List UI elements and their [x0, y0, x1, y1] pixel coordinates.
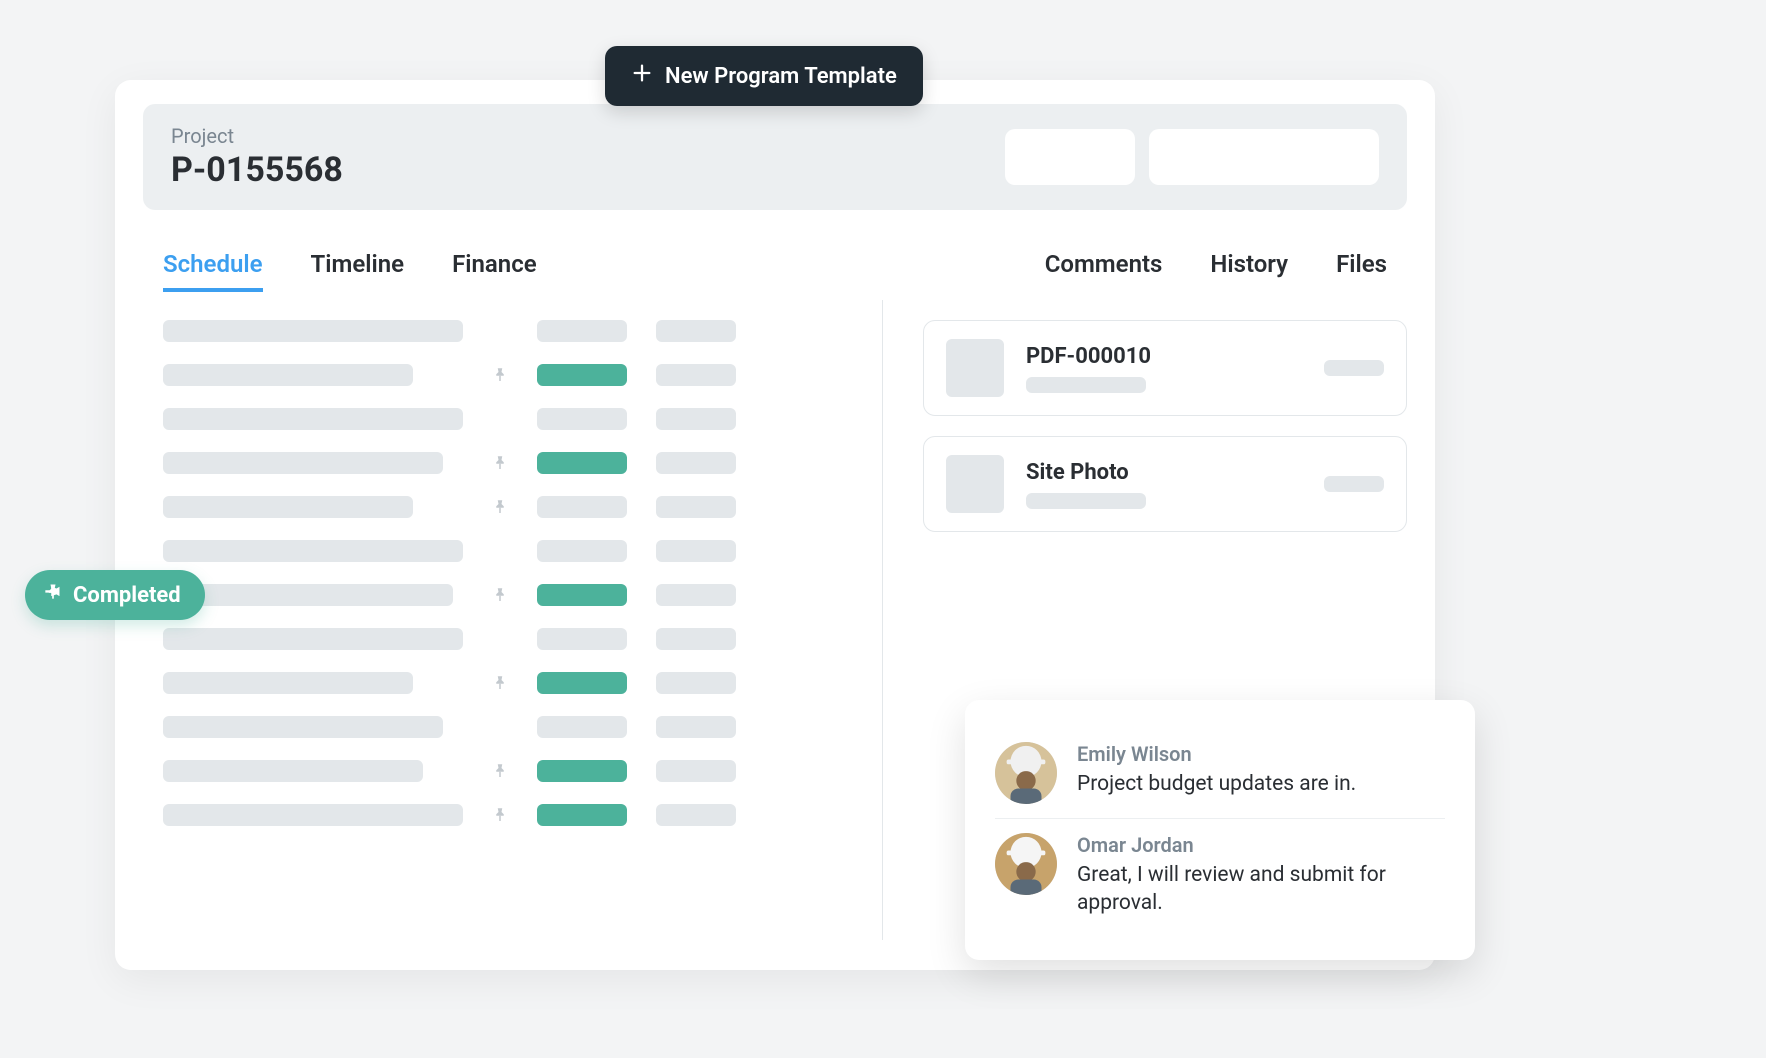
status-chip [537, 628, 627, 650]
status-chip-active [537, 584, 627, 606]
tab-schedule[interactable]: Schedule [163, 250, 263, 292]
status-chip [537, 496, 627, 518]
tab-comments[interactable]: Comments [1045, 250, 1163, 292]
project-label: Project [171, 124, 343, 148]
value-placeholder [656, 716, 736, 738]
task-name-placeholder [163, 804, 463, 826]
schedule-row[interactable] [163, 672, 842, 694]
schedule-row[interactable] [163, 804, 842, 826]
schedule-row[interactable] [163, 716, 842, 738]
file-meta-placeholder [1026, 493, 1146, 509]
pin-icon[interactable] [491, 762, 509, 780]
task-name-placeholder [163, 364, 413, 386]
schedule-row[interactable] [163, 408, 842, 430]
project-id: P-0155568 [171, 150, 343, 190]
task-name-placeholder [163, 584, 453, 606]
status-chip-active [537, 804, 627, 826]
pin-icon[interactable] [491, 674, 509, 692]
schedule-row[interactable] [163, 628, 842, 650]
task-name-placeholder [163, 716, 443, 738]
file-thumbnail [946, 339, 1004, 397]
tabs-row: Schedule Timeline Finance Comments History F… [143, 250, 1407, 292]
plus-icon [631, 62, 653, 90]
value-placeholder [656, 628, 736, 650]
schedule-pane [143, 300, 883, 940]
status-chip-active [537, 452, 627, 474]
pin-icon [43, 582, 63, 608]
status-chip-active [537, 364, 627, 386]
file-title: PDF-000010 [1026, 344, 1302, 369]
status-chip-active [537, 760, 627, 782]
tab-history[interactable]: History [1210, 250, 1288, 292]
pin-icon[interactable] [491, 366, 509, 384]
task-name-placeholder [163, 672, 413, 694]
schedule-row[interactable] [163, 320, 842, 342]
file-meta-placeholder [1026, 377, 1146, 393]
schedule-row[interactable] [163, 496, 842, 518]
comment: Omar Jordan Great, I will review and subm… [995, 818, 1445, 932]
status-pill-completed[interactable]: Completed [25, 570, 205, 620]
file-thumbnail [946, 455, 1004, 513]
file-title: Site Photo [1026, 460, 1302, 485]
value-placeholder [656, 408, 736, 430]
new-template-label: New Program Template [665, 64, 897, 89]
value-placeholder [656, 760, 736, 782]
task-name-placeholder [163, 496, 413, 518]
task-name-placeholder [163, 760, 423, 782]
schedule-row[interactable] [163, 760, 842, 782]
value-placeholder [656, 496, 736, 518]
pin-icon[interactable] [491, 806, 509, 824]
tab-finance[interactable]: Finance [452, 250, 537, 292]
header-action-placeholder-2[interactable] [1149, 129, 1379, 185]
pin-icon[interactable] [491, 586, 509, 604]
status-pill-label: Completed [73, 583, 181, 608]
status-chip [537, 320, 627, 342]
comment-text: Project budget updates are in. [1077, 770, 1356, 798]
tab-timeline[interactable]: Timeline [311, 250, 405, 292]
schedule-row[interactable] [163, 364, 842, 386]
tab-files[interactable]: Files [1336, 250, 1387, 292]
status-chip [537, 408, 627, 430]
project-header: Project P-0155568 [143, 104, 1407, 210]
pin-icon[interactable] [491, 454, 509, 472]
comments-popover: Emily Wilson Project budget updates are i… [965, 700, 1475, 960]
pin-icon[interactable] [491, 498, 509, 516]
task-name-placeholder [163, 628, 463, 650]
task-name-placeholder [163, 452, 443, 474]
file-size-placeholder [1324, 360, 1384, 376]
value-placeholder [656, 804, 736, 826]
value-placeholder [656, 540, 736, 562]
schedule-row[interactable] [163, 540, 842, 562]
status-chip-active [537, 672, 627, 694]
task-name-placeholder [163, 320, 463, 342]
comment-author: Omar Jordan [1077, 833, 1445, 857]
value-placeholder [656, 584, 736, 606]
avatar [995, 742, 1057, 804]
task-name-placeholder [163, 540, 463, 562]
file-size-placeholder [1324, 476, 1384, 492]
value-placeholder [656, 320, 736, 342]
schedule-row[interactable] [163, 584, 842, 606]
comment-text: Great, I will review and submit for appr… [1077, 861, 1445, 918]
comment: Emily Wilson Project budget updates are i… [995, 728, 1445, 818]
status-chip [537, 716, 627, 738]
file-card[interactable]: PDF-000010 [923, 320, 1407, 416]
value-placeholder [656, 672, 736, 694]
comment-author: Emily Wilson [1077, 742, 1356, 766]
schedule-row[interactable] [163, 452, 842, 474]
value-placeholder [656, 452, 736, 474]
header-action-placeholder-1[interactable] [1005, 129, 1135, 185]
file-card[interactable]: Site Photo [923, 436, 1407, 532]
avatar [995, 833, 1057, 895]
value-placeholder [656, 364, 736, 386]
new-program-template-button[interactable]: New Program Template [605, 46, 923, 106]
task-name-placeholder [163, 408, 463, 430]
status-chip [537, 540, 627, 562]
